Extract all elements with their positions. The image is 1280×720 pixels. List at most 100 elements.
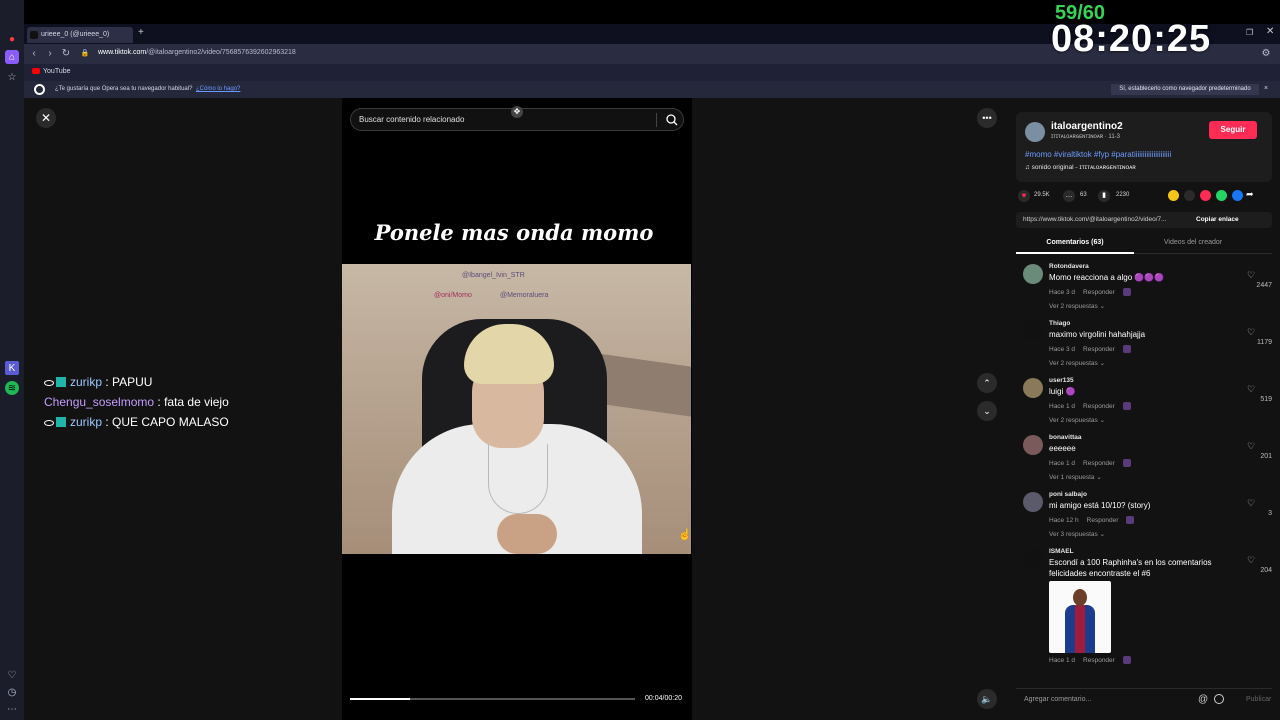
view-replies-button[interactable]: Ver 1 respuesta ⌄ — [1049, 473, 1102, 481]
notice-close-icon[interactable]: × — [1264, 85, 1268, 92]
chat-message: zurikp : PAPUU — [44, 372, 229, 392]
publish-button[interactable]: Publicar — [1246, 696, 1271, 703]
restore-window-icon[interactable]: ❐ — [1246, 28, 1253, 37]
comment-user[interactable]: user135 — [1049, 377, 1074, 384]
room-sign: @oni/Momo — [434, 292, 472, 299]
volume-icon[interactable]: 🔈 — [977, 689, 997, 709]
comment-time: Hace 1 d — [1049, 459, 1076, 467]
tab-creator-videos[interactable]: Videos del creador — [1134, 239, 1252, 246]
bookmark-icon[interactable]: ▮ — [1098, 190, 1110, 202]
close-window-icon[interactable]: ✕ — [1266, 26, 1274, 37]
comment-icon[interactable]: … — [1063, 190, 1075, 202]
heart-icon[interactable]: ♡ — [1247, 498, 1255, 509]
facebook-icon[interactable] — [1232, 190, 1243, 201]
heart-icon[interactable]: ♡ — [1247, 441, 1255, 452]
comment-user[interactable]: ISMAEL — [1049, 548, 1074, 555]
comment-user[interactable]: poni salbajo — [1049, 491, 1087, 498]
opera-sidebar: ● ⌂ ☆ K ≋ ♡ ◷ ⋯ — [0, 0, 24, 720]
video-progress-bar[interactable] — [350, 698, 635, 700]
app-icon[interactable]: K — [5, 361, 19, 375]
avatar[interactable] — [1023, 435, 1043, 455]
club-crest-icon — [1122, 656, 1131, 664]
reply-button[interactable]: Responder — [1083, 289, 1115, 296]
link-box: https://www.tiktok.com/@italoargentino2/… — [1016, 212, 1272, 228]
home-icon[interactable]: ⌂ — [5, 50, 19, 64]
next-video-button[interactable]: ⌄ — [977, 401, 997, 421]
search-icon[interactable] — [665, 113, 679, 127]
comment-user[interactable]: bonavittaa — [1049, 434, 1082, 441]
tab-comments[interactable]: Comentarios (63) — [1016, 239, 1134, 246]
view-replies-button[interactable]: Ver 2 respuestas ⌄ — [1049, 359, 1105, 367]
avatar[interactable] — [1023, 264, 1043, 284]
spotify-icon[interactable]: ≋ — [5, 381, 19, 395]
set-default-button[interactable]: Sí, establecerlo como navegador predeter… — [1111, 84, 1259, 95]
comment-user[interactable]: Rotondavera — [1049, 263, 1089, 270]
search-placeholder: Buscar contenido relacionado — [359, 115, 465, 124]
comment-image[interactable] — [1049, 581, 1111, 653]
sound-link[interactable]: ♫ sonido original - ɪᴛɪᴛᴀʟᴏᴀʀɢᴇɴᴛɪɴᴏᴀʀ — [1025, 164, 1136, 171]
avatar[interactable] — [1023, 492, 1043, 512]
whatsapp-icon[interactable] — [1216, 190, 1227, 201]
search-divider — [656, 113, 657, 127]
avatar[interactable] — [1023, 378, 1043, 398]
avatar[interactable] — [1023, 549, 1043, 569]
heart-icon[interactable]: ♡ — [1247, 384, 1255, 395]
more-options-icon[interactable]: ••• — [977, 108, 997, 128]
copy-link-button[interactable]: Copiar enlace — [1196, 216, 1239, 223]
avatar[interactable] — [1023, 321, 1043, 341]
video-link[interactable]: https://www.tiktok.com/@italoargentino2/… — [1023, 216, 1185, 223]
notice-text: ¿Te gustaría que Opera sea tu navegador … — [55, 86, 193, 92]
coin-icon[interactable] — [1168, 190, 1179, 201]
opera-logo-icon[interactable]: ● — [5, 32, 19, 46]
url-field[interactable]: www.tiktok.com/@italoargentino2/video/75… — [98, 49, 296, 56]
view-replies-button[interactable]: Ver 3 respuestas ⌄ — [1049, 530, 1105, 538]
mention-icon[interactable]: @ — [1198, 694, 1208, 705]
view-replies-button[interactable]: Ver 2 respuestas ⌄ — [1049, 416, 1105, 424]
previous-video-button[interactable]: ⌃ — [977, 373, 997, 393]
extensions-icon[interactable]: ⚙ — [1260, 47, 1272, 61]
video-player[interactable]: @Ibangel_Ivin_STR @oni/Momo @Memoraluera — [342, 264, 691, 554]
close-video-button[interactable]: ✕ — [36, 108, 56, 128]
url-path: /@italoargentino2/video/7568576392602963… — [146, 49, 296, 56]
hashtags[interactable]: #momo #viraltiktok #fyp #paratiiiiiiiiii… — [1025, 150, 1171, 159]
creator-name[interactable]: italoargentino2 — [1051, 121, 1123, 132]
heart-icon[interactable]: ♡ — [1247, 270, 1255, 281]
notice-how-link[interactable]: ¿Cómo lo hago? — [196, 86, 240, 92]
room-sign: @Ibangel_Ivin_STR — [462, 272, 525, 279]
view-replies-button[interactable]: Ver 2 respuestas ⌄ — [1049, 302, 1105, 310]
stream-clock: 08:20:25 — [1051, 18, 1212, 60]
comment-time: Hace 1 d — [1049, 402, 1076, 410]
reply-button[interactable]: Responder — [1083, 657, 1115, 664]
more-icon[interactable]: ⋯ — [5, 702, 19, 716]
follow-button[interactable]: Seguir — [1209, 121, 1257, 139]
history-icon[interactable]: ◷ — [5, 685, 19, 699]
reply-button[interactable]: Responder — [1083, 346, 1115, 353]
forward-icon[interactable]: › — [44, 47, 56, 61]
back-icon[interactable]: ‹ — [28, 47, 40, 61]
heart-icon[interactable]: ♡ — [1247, 327, 1255, 338]
comment-input[interactable]: Agregar comentario... @ Publicar — [1016, 688, 1272, 710]
reload-icon[interactable]: ↻ — [60, 47, 72, 61]
video-column: Buscar contenido relacionado ✥ Ponele ma… — [342, 98, 692, 720]
comment-meta: Hace 3 d Responder — [1049, 288, 1139, 296]
reply-button[interactable]: Responder — [1087, 517, 1119, 524]
share-icon[interactable]: ➦ — [1246, 189, 1254, 200]
bookmark-youtube[interactable]: YouTube — [32, 68, 71, 75]
comment-user[interactable]: Thiago — [1049, 320, 1070, 327]
comment-item: poni salbajo mi amigo está 10/10? (story… — [1016, 488, 1272, 544]
browser-tab[interactable]: urieee_0 (@urieee_0) — [27, 27, 133, 43]
send-icon[interactable] — [1200, 190, 1211, 201]
star-icon[interactable]: ☆ — [5, 70, 19, 84]
badge-icon — [56, 377, 66, 387]
embed-icon[interactable] — [1184, 190, 1195, 201]
comment-placeholder: Agregar comentario... — [1024, 696, 1092, 703]
heart-icon[interactable]: ♡ — [5, 668, 19, 682]
new-tab-icon[interactable]: + — [138, 27, 144, 38]
reply-button[interactable]: Responder — [1083, 403, 1115, 410]
reply-button[interactable]: Responder — [1083, 460, 1115, 467]
emoji-icon[interactable] — [1214, 694, 1224, 704]
comment-text: eeeeee — [1049, 444, 1076, 453]
avatar[interactable] — [1025, 122, 1045, 142]
like-icon[interactable]: ♥ — [1018, 190, 1030, 202]
heart-icon[interactable]: ♡ — [1247, 555, 1255, 566]
